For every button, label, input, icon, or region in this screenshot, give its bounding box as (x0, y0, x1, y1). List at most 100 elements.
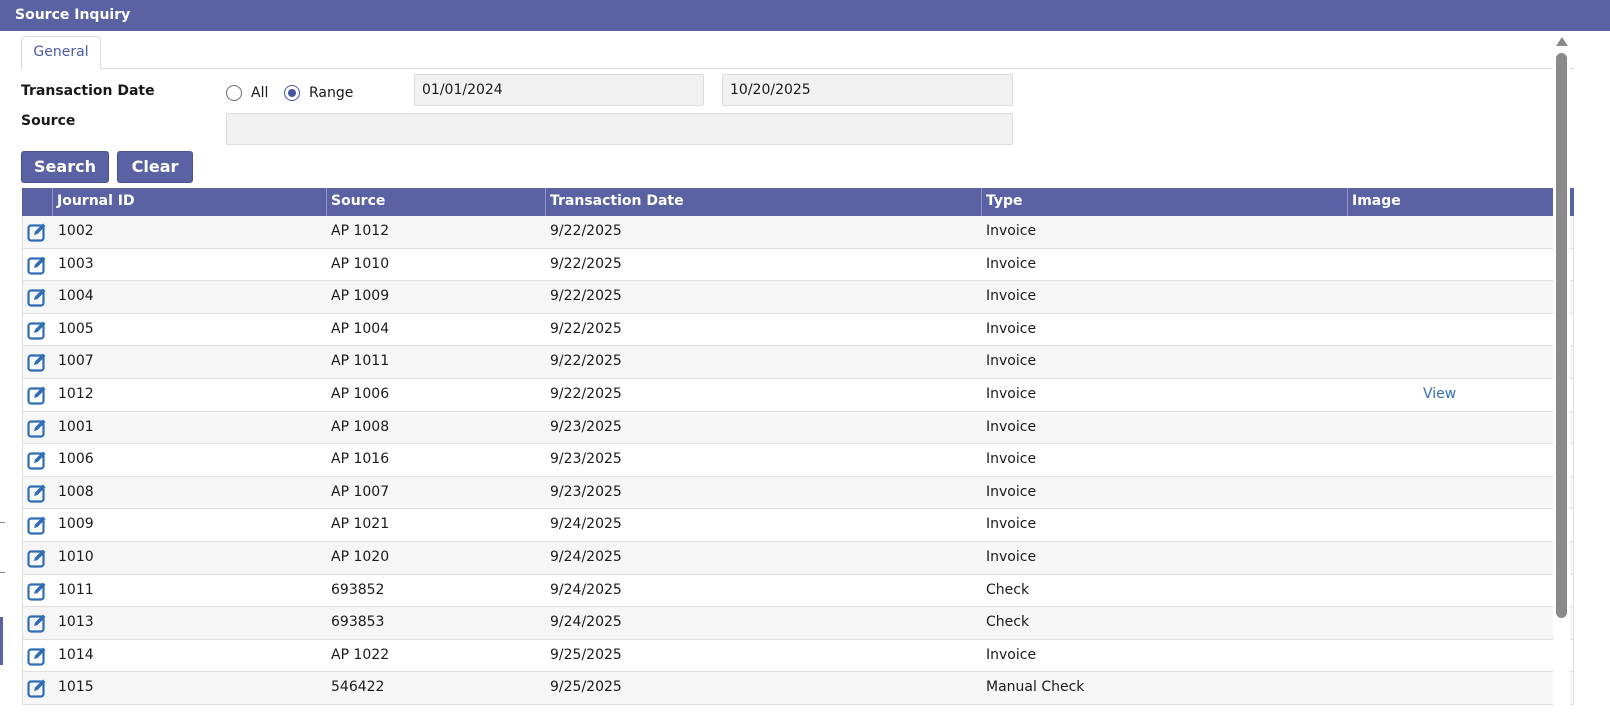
edit-icon[interactable] (27, 515, 47, 535)
table-row[interactable]: 1013 693853 9/24/2025 Check (22, 607, 1574, 640)
cell-source: AP 1011 (331, 353, 390, 370)
cell-source: AP 1004 (331, 320, 390, 337)
edit-icon[interactable] (27, 646, 47, 666)
cell-source: AP 1016 (331, 451, 390, 468)
radio-all[interactable] (226, 85, 242, 101)
date-to-input[interactable]: 10/20/2025 (722, 74, 1013, 106)
table-row[interactable]: 1015 546422 9/25/2025 Manual Check (22, 672, 1574, 705)
edit-icon[interactable] (27, 483, 47, 503)
cell-transaction-date: 9/24/2025 (550, 548, 622, 565)
vertical-scrollbar[interactable] (1553, 31, 1570, 718)
header-source[interactable]: Source (326, 188, 545, 216)
table-row[interactable]: 1012 AP 1006 9/22/2025 Invoice View (22, 378, 1574, 412)
cell-transaction-date: 9/22/2025 (550, 353, 622, 370)
search-button[interactable]: Search (21, 151, 109, 183)
cell-type: Invoice (986, 223, 1037, 239)
cell-type: Invoice (986, 385, 1037, 402)
radio-range-option[interactable]: Range (284, 83, 353, 103)
source-input[interactable] (226, 113, 1013, 145)
cell-source: AP 1020 (331, 548, 390, 565)
cell-journal-id: 1012 (58, 385, 94, 402)
cell-transaction-date: 9/22/2025 (550, 255, 622, 272)
cell-transaction-date: 9/22/2025 (550, 320, 622, 337)
table-row[interactable]: 1004 AP 1009 9/22/2025 Invoice (22, 281, 1574, 314)
table-row[interactable]: 1011 693852 9/24/2025 Check (22, 574, 1574, 608)
cell-type: Invoice (986, 353, 1037, 370)
scroll-thumb[interactable] (1556, 53, 1567, 618)
cell-source: AP 1012 (331, 223, 390, 239)
table-row[interactable]: 1003 AP 1010 9/22/2025 Invoice (22, 248, 1574, 282)
table-row[interactable]: 1010 AP 1020 9/24/2025 Invoice (22, 541, 1574, 575)
cell-type: Invoice (986, 288, 1037, 305)
cell-transaction-date: 9/23/2025 (550, 451, 622, 468)
cell-source: AP 1008 (331, 418, 390, 435)
cell-journal-id: 1013 (58, 614, 94, 631)
edit-icon[interactable] (27, 255, 47, 275)
table-row[interactable]: 1009 AP 1021 9/24/2025 Invoice (22, 509, 1574, 542)
cell-source: AP 1010 (331, 255, 390, 272)
cell-transaction-date: 9/25/2025 (550, 646, 622, 663)
cell-type: Invoice (986, 320, 1037, 337)
cell-source: AP 1009 (331, 288, 390, 305)
cell-type: Check (986, 581, 1030, 598)
table-row[interactable]: 1005 AP 1004 9/22/2025 Invoice (22, 313, 1574, 347)
tab-bar: General (21, 36, 1574, 70)
edit-icon[interactable] (27, 320, 47, 340)
edit-icon[interactable] (27, 352, 47, 372)
table-row[interactable]: 1014 AP 1022 9/25/2025 Invoice (22, 639, 1574, 673)
edit-icon[interactable] (27, 581, 47, 601)
radio-range-label: Range (309, 85, 354, 101)
cell-journal-id: 1015 (58, 679, 94, 696)
header-transaction-date[interactable]: Transaction Date (545, 188, 981, 216)
edit-icon[interactable] (27, 418, 47, 438)
view-image-link[interactable]: View (1423, 379, 1456, 411)
table-row[interactable]: 1007 AP 1011 9/22/2025 Invoice (22, 346, 1574, 379)
window-title: Source Inquiry (0, 0, 1610, 31)
edit-icon[interactable] (27, 287, 47, 307)
cell-source: 693853 (331, 614, 385, 631)
edit-icon[interactable] (27, 548, 47, 568)
table-row[interactable]: 1002 AP 1012 9/22/2025 Invoice (22, 216, 1574, 249)
table-row[interactable]: 1006 AP 1016 9/23/2025 Invoice (22, 444, 1574, 477)
header-journal-id[interactable]: Journal ID (52, 188, 326, 216)
cell-source: 546422 (331, 679, 385, 696)
cell-journal-id: 1014 (58, 646, 94, 663)
cell-transaction-date: 9/23/2025 (550, 418, 622, 435)
cell-transaction-date: 9/24/2025 (550, 516, 622, 533)
edit-icon[interactable] (27, 222, 47, 242)
cell-source: AP 1022 (331, 646, 390, 663)
cell-journal-id: 1006 (58, 451, 94, 468)
radio-all-label: All (251, 85, 269, 101)
cell-journal-id: 1002 (58, 223, 94, 239)
clear-button[interactable]: Clear (117, 151, 193, 183)
cell-transaction-date: 9/25/2025 (550, 679, 622, 696)
scroll-up-arrow-icon[interactable] (1556, 37, 1568, 46)
edit-icon[interactable] (27, 613, 47, 633)
cell-transaction-date: 9/22/2025 (550, 385, 622, 402)
edge-mark (0, 572, 5, 573)
tab-general[interactable]: General (21, 36, 101, 70)
cell-journal-id: 1009 (58, 516, 94, 533)
source-label: Source (21, 113, 76, 129)
cell-transaction-date: 9/24/2025 (550, 581, 622, 598)
cell-transaction-date: 9/23/2025 (550, 483, 622, 500)
date-from-input[interactable]: 01/01/2024 (414, 74, 704, 106)
edit-icon[interactable] (27, 450, 47, 470)
cell-type: Invoice (986, 516, 1037, 533)
header-edit-col (22, 188, 52, 216)
header-type[interactable]: Type (981, 188, 1347, 216)
cell-journal-id: 1008 (58, 483, 94, 500)
cell-type: Invoice (986, 255, 1037, 272)
cell-journal-id: 1005 (58, 320, 94, 337)
radio-range[interactable] (284, 85, 300, 101)
table-row[interactable]: 1001 AP 1008 9/23/2025 Invoice (22, 411, 1574, 445)
radio-all-option[interactable]: All (226, 83, 268, 103)
cell-source: AP 1006 (331, 385, 390, 402)
results-grid: Journal ID Source Transaction Date Type … (22, 188, 1574, 705)
header-image[interactable]: Image (1347, 188, 1574, 216)
cell-type: Invoice (986, 483, 1037, 500)
table-row[interactable]: 1008 AP 1007 9/23/2025 Invoice (22, 476, 1574, 510)
edit-icon[interactable] (27, 385, 47, 405)
cell-type: Invoice (986, 646, 1037, 663)
edit-icon[interactable] (27, 678, 47, 698)
